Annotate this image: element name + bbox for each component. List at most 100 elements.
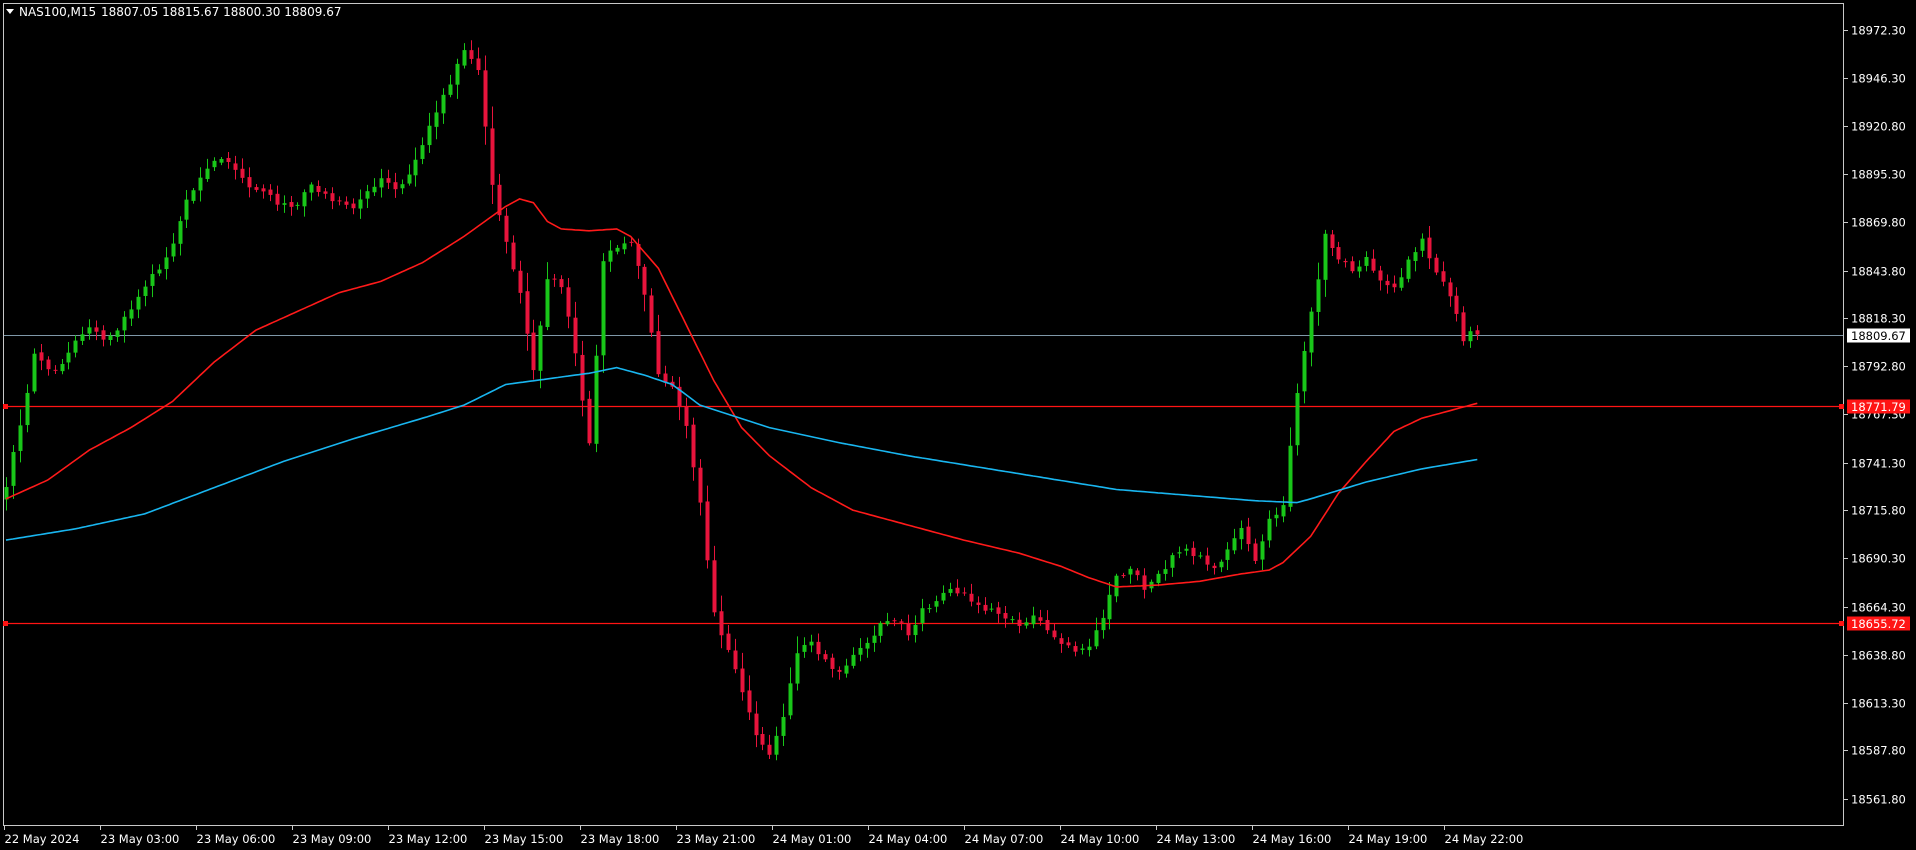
candle-body [802, 644, 807, 652]
candle-body [157, 269, 162, 274]
candle-body [649, 295, 654, 333]
candle-body [1260, 541, 1265, 560]
candle-body [358, 199, 363, 209]
y-tick-label: 18946.30 [1851, 72, 1906, 86]
candle-body [80, 334, 85, 341]
candle-body [469, 50, 474, 59]
price-chart[interactable]: 18972.30 18946.30 18920.80 18895.30 18869.80… [0, 0, 1916, 850]
candle-body [1371, 258, 1376, 271]
candle-body [1205, 555, 1210, 565]
candle-body [1441, 271, 1446, 282]
candle-body [53, 369, 58, 371]
candle-body [1330, 234, 1335, 249]
candle-body [594, 355, 599, 444]
y-tick-label: 18638.80 [1851, 649, 1906, 663]
candle-body [1094, 630, 1099, 647]
candle-body [1066, 642, 1071, 646]
candle-body [504, 215, 509, 242]
candle-body [1031, 615, 1036, 625]
x-tick-label: 24 May 16:00 [1253, 832, 1332, 846]
candle-body [1454, 295, 1459, 314]
candle-body [1101, 617, 1106, 631]
level-anchor-left [3, 404, 8, 409]
candle-body [719, 611, 724, 636]
chart-header: NAS100,M15 18807.05 18815.67 18800.30 18… [6, 5, 341, 19]
candle-body [892, 620, 897, 622]
candle-body [872, 635, 877, 643]
candle-body [219, 159, 224, 163]
candle-body [1219, 561, 1224, 568]
candle-body [476, 58, 481, 71]
candle-body [913, 624, 918, 636]
candle-body [1413, 252, 1418, 261]
y-tick-label: 18972.30 [1851, 24, 1906, 38]
candle-body [46, 359, 51, 370]
candle-body [531, 332, 536, 371]
candle-body [143, 286, 148, 296]
candle-body [1121, 575, 1126, 577]
candle-body [73, 340, 78, 353]
candle-body [518, 270, 523, 293]
x-tick-label: 24 May 10:00 [1061, 832, 1140, 846]
candle-body [184, 199, 189, 220]
candle-body [1170, 555, 1175, 568]
candle-body [566, 287, 571, 317]
candle-body [788, 683, 793, 716]
candle-body [393, 182, 398, 190]
candle-body [420, 145, 425, 159]
candle-body [1350, 261, 1355, 272]
candle-body [1288, 445, 1293, 507]
candle-body [448, 84, 453, 95]
candle-body [1316, 279, 1321, 312]
candle-body [941, 592, 946, 601]
candle-body [164, 257, 169, 270]
candle-body [1003, 613, 1008, 619]
candle-body [1427, 237, 1432, 259]
candle-body [66, 352, 71, 363]
candle-body [122, 316, 127, 331]
candle [32, 348, 37, 394]
y-tick-label: 18792.80 [1851, 360, 1906, 374]
candle-body [1309, 311, 1314, 353]
y-tick-label: 18613.30 [1851, 697, 1906, 711]
chart-background [0, 0, 1916, 850]
candle-body [989, 608, 994, 610]
candle-body [823, 654, 828, 660]
candle [594, 344, 599, 453]
y-tick-label: 18690.30 [1851, 552, 1906, 566]
candle-body [372, 186, 377, 193]
level-anchor-left [3, 621, 8, 626]
candle-body [983, 604, 988, 611]
x-tick-label: 23 May 09:00 [293, 832, 372, 846]
level-anchor-right [1839, 621, 1844, 626]
candle-body [87, 327, 92, 334]
candle-body [261, 188, 266, 192]
candle-body [1323, 233, 1328, 280]
candle-body [150, 274, 155, 286]
candle-body [351, 203, 356, 209]
candle-body [275, 193, 280, 205]
candle-body [1267, 518, 1272, 541]
candle-body [844, 665, 849, 674]
candle-body [11, 452, 16, 486]
candle-body [948, 588, 953, 593]
y-tick-label: 18920.80 [1851, 120, 1906, 134]
candle-body [268, 189, 273, 195]
candle-body [809, 641, 814, 646]
candle-body [656, 331, 661, 375]
candle-body [1128, 568, 1133, 575]
candle-body [1232, 538, 1237, 551]
candle-body [642, 266, 647, 295]
y-tick-label: 18895.30 [1851, 168, 1906, 182]
y-tick-label: 18843.80 [1851, 265, 1906, 279]
candle-body [955, 587, 960, 594]
level-price-label: 18771.79 [1851, 400, 1906, 414]
candle-body [684, 406, 689, 426]
candle-body [754, 713, 759, 736]
candle-body [101, 330, 106, 340]
candle-body [1135, 570, 1140, 576]
y-tick-label: 18587.80 [1851, 744, 1906, 758]
candle-body [1295, 393, 1300, 446]
candle-body [108, 335, 113, 340]
candle-body [490, 128, 495, 185]
